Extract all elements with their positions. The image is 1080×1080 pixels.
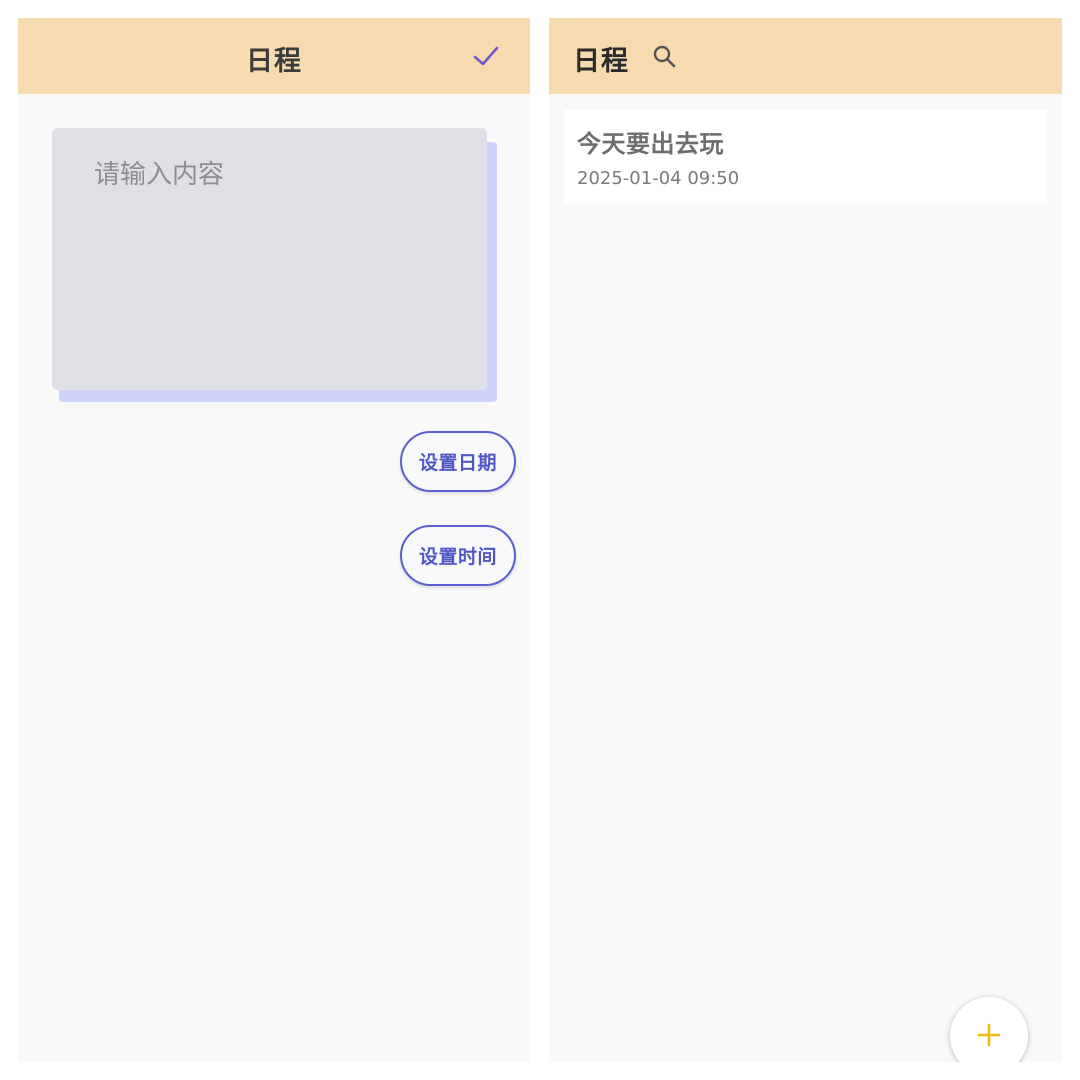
content-editor [52,128,487,390]
set-time-button[interactable]: 设置时间 [400,525,516,586]
add-schedule-button[interactable] [950,997,1028,1062]
page-title: 日程 [573,46,629,77]
schedule-list-screen: 日程 今天要出去玩 2025-01-04 09:50 [549,18,1062,1062]
check-icon[interactable] [472,42,500,70]
editor-app-bar: 日程 [18,18,530,94]
schedule-title: 今天要出去玩 [577,130,724,158]
set-date-button[interactable]: 设置日期 [400,431,516,492]
content-input[interactable] [94,158,464,358]
page-title: 日程 [246,46,302,77]
list-app-bar: 日程 [549,18,1062,94]
list-item[interactable]: 今天要出去玩 2025-01-04 09:50 [564,110,1047,203]
schedule-editor-screen: 日程 设置日期 设置时间 [18,18,530,1062]
schedule-datetime: 2025-01-04 09:50 [577,168,740,189]
search-icon[interactable] [651,43,678,70]
plus-icon [977,1023,1001,1047]
